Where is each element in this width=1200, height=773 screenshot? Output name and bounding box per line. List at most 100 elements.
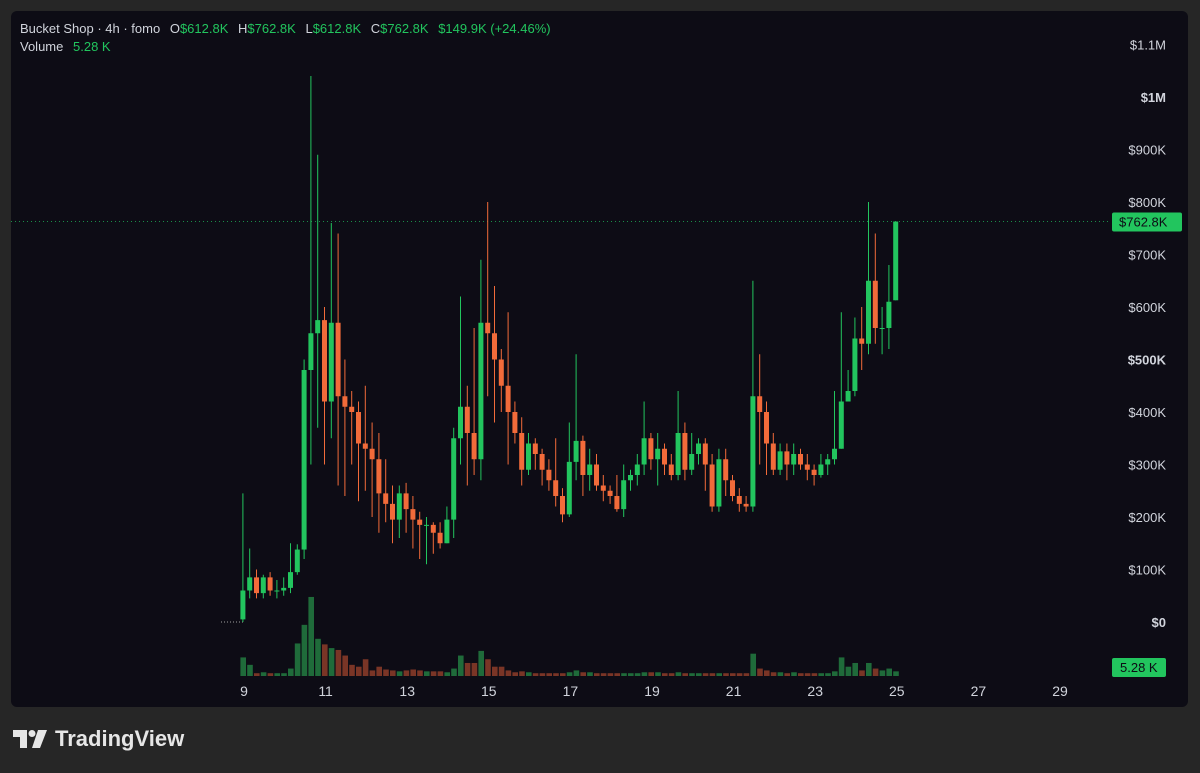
candle-body [777,451,783,470]
chart-panel[interactable]: $1.1M $1M $900K $800K $700K $600K $500K $400K $3… [11,11,1188,707]
candle-body [838,401,844,449]
price-badge-text: $762.8K [1119,215,1168,230]
candle-body [757,396,763,412]
x-tick-label: 11 [318,683,333,699]
y-tick-label: $500K [1128,353,1167,368]
volume-bar [818,673,824,676]
x-tick-label: 29 [1052,683,1068,699]
candle-body [859,338,865,344]
volume-bar [356,666,362,676]
candle-body [764,412,769,444]
candle-body [689,454,695,470]
y-tick-label: $200K [1128,510,1166,525]
x-tick-label: 19 [644,683,660,699]
tradingview-brand[interactable]: TradingView [13,726,184,752]
candle-body [539,454,545,470]
volume-bar [560,673,566,676]
volume-label: Volume [20,39,64,54]
candle-body [566,461,572,515]
volume-bar [546,673,552,676]
volume-bar [594,673,600,676]
candle-body [471,433,477,460]
volume-bar [798,673,804,676]
volume-bar [308,596,314,676]
candle-body [390,503,395,520]
candle-body [546,469,552,481]
volume-bar [553,673,559,676]
candle-body [451,438,457,520]
y-tick-label: $1M [1141,90,1166,105]
candle-body [655,448,661,460]
low-value: $612.8K [312,21,362,36]
candle-body [417,519,423,525]
x-tick-label: 17 [563,683,579,699]
candle-body [614,496,620,510]
volume-bar [505,670,512,676]
candle-body [825,459,831,465]
candlestick-chart[interactable]: $1.1M $1M $900K $800K $700K $600K $500K $400K $3… [11,11,1188,707]
volume-bar [301,624,308,676]
candle-body [458,406,463,439]
candle-body [668,464,674,475]
volume-bar [784,673,790,676]
volume-bar [838,657,845,676]
candle-body [818,464,824,475]
volume-bar [390,670,396,676]
volume-bar [267,673,274,676]
y-tick-label: $800K [1128,195,1166,210]
volume-bar [335,649,342,676]
volume-bar [294,643,301,676]
y-tick-label: $1.1M [1130,38,1166,53]
candle-body [532,443,538,454]
candle-body [464,406,470,433]
volume-bar [254,673,260,676]
candle-body [866,280,871,344]
brand-name: TradingView [55,726,185,751]
candle-body [512,412,518,433]
candle-body [403,493,409,510]
candle-body [383,493,389,504]
volume-bar [288,668,294,676]
volume-bar [526,672,532,676]
volume-bar [832,671,838,676]
candle-body [424,524,429,526]
open-value: $612.8K [179,21,229,36]
candle-body [505,385,511,412]
candle-body [356,412,361,444]
volume-bar [675,672,682,676]
x-tick-label: 13 [399,683,415,699]
volume-bar [539,673,546,676]
candle-body [879,328,885,329]
close-label: C [370,21,381,36]
candle-body [832,448,837,460]
candle-body [723,459,729,481]
volume-bar [566,672,573,676]
candle-body [845,391,851,402]
volume-bar [791,672,797,676]
volume-bar [696,673,702,676]
volume-bar [403,670,410,676]
candle-body [322,320,327,402]
volume-bar [458,655,464,676]
x-tick-label: 21 [726,683,742,699]
volume-bar [716,673,722,676]
ohlc-row: Bucket Shop · 4h · fomo O$612.8K H$762.8… [20,20,551,38]
candle-body [342,396,348,407]
volume-bar [485,659,491,676]
volume-bar [315,638,321,676]
high-label: H [238,21,248,36]
candle-body [369,448,375,460]
volume-bar [464,662,471,676]
volume-bar [709,673,716,676]
volume-bar [736,673,743,676]
volume-bar [770,672,777,676]
x-tick-label: 27 [971,683,987,699]
candle-body [702,443,708,465]
volume-bar [498,666,505,676]
volume-bar [430,671,437,676]
candle-body [362,443,368,449]
volume-bar [281,673,287,676]
volume-value: 5.28 K [73,39,111,54]
volume-bar [376,666,382,676]
candle-body [240,590,246,620]
